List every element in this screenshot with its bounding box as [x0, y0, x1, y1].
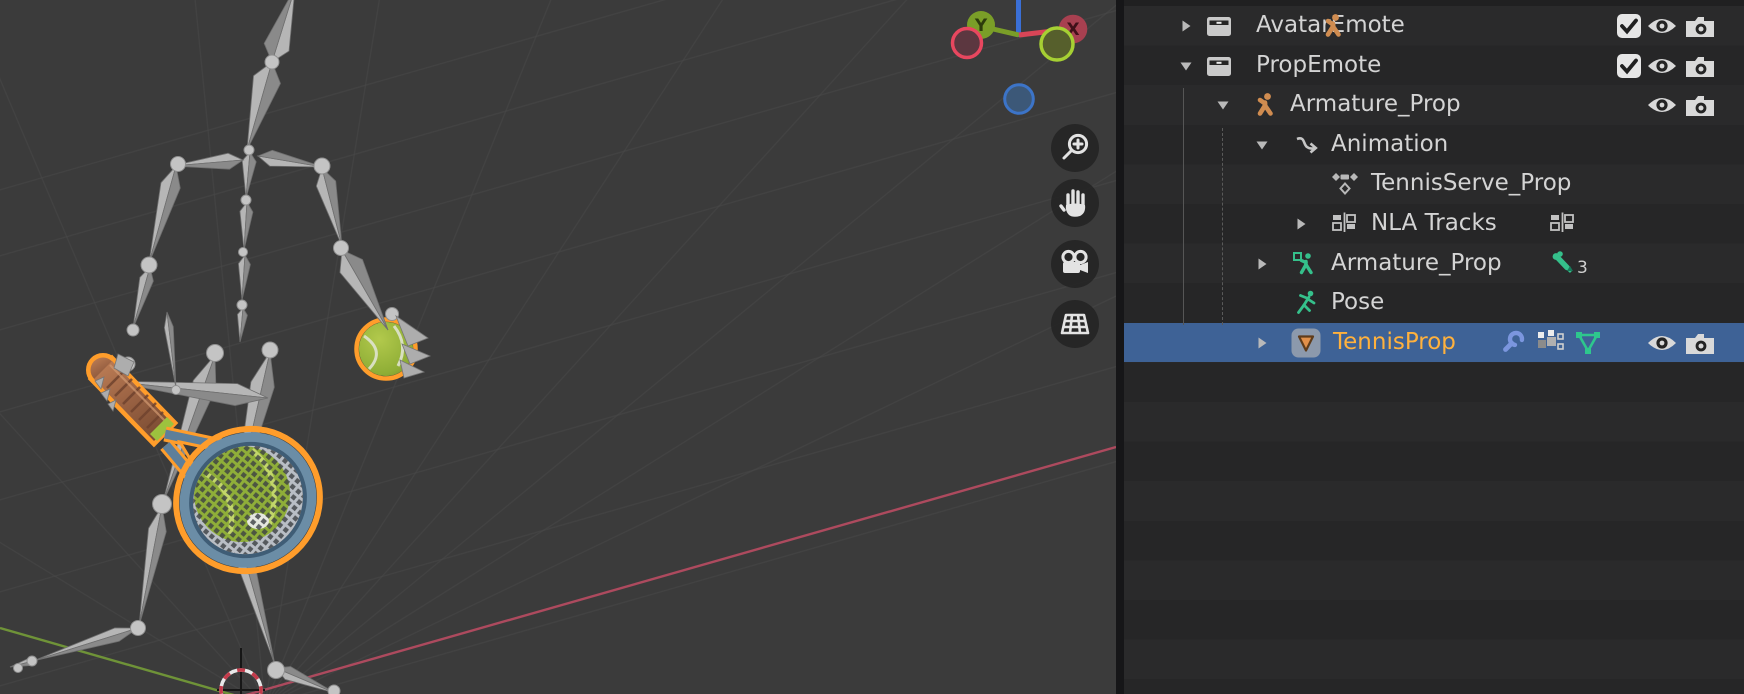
outliner-item-label[interactable]: Armature_Prop [1331, 244, 1502, 284]
eye-toggle[interactable] [1646, 330, 1678, 356]
outliner-row-tennisserve-prop[interactable]: TennisServe_Prop [1124, 164, 1744, 204]
bone-count-badge: 3 [1577, 258, 1588, 278]
viewport-grid [0, 0, 1116, 694]
3d-viewport[interactable]: Y X [0, 0, 1116, 694]
animation-icon [1291, 130, 1321, 160]
x-axis-line [190, 447, 1116, 694]
chevron-right-icon[interactable] [1293, 216, 1309, 232]
outliner-item-label[interactable]: Pose [1331, 283, 1384, 323]
bone-joint[interactable] [237, 300, 247, 310]
bone-joint[interactable] [141, 257, 157, 273]
chevron-right-icon[interactable] [1178, 18, 1194, 34]
chevron-down-icon[interactable] [1254, 137, 1270, 153]
camera-toggle[interactable] [1684, 53, 1716, 79]
viewport-camera-button[interactable] [1051, 240, 1099, 288]
chevron-right-icon[interactable] [1254, 335, 1270, 351]
outliner-row-nla-tracks[interactable]: NLA Tracks [1124, 204, 1744, 244]
bone-joint[interactable] [171, 157, 186, 172]
y-axis-line [0, 628, 258, 694]
hierarchy-line [1183, 88, 1184, 325]
viewport-nav-buttons [1051, 124, 1099, 348]
camera-toggle[interactable] [1684, 330, 1716, 356]
bone-joint[interactable] [328, 685, 340, 694]
modifier-squares-icon[interactable] [1535, 328, 1565, 358]
action-icon [1330, 169, 1360, 199]
mesh-active-icon [1291, 328, 1321, 358]
armature-skeleton[interactable] [10, 0, 342, 694]
outliner-item-label[interactable]: Animation [1331, 125, 1448, 165]
panel-divider[interactable] [1116, 0, 1124, 694]
bone-joint[interactable] [14, 664, 23, 673]
nla-icon [1548, 209, 1578, 239]
outliner-item-label[interactable]: PropEmote [1256, 46, 1381, 86]
outliner-item-label[interactable]: TennisProp [1333, 323, 1456, 363]
bone-joint[interactable] [244, 145, 254, 155]
bone-green-icon [1548, 249, 1578, 279]
blender-window: Y X [0, 0, 1744, 694]
outliner-row-pose[interactable]: Pose [1124, 283, 1744, 323]
eye-toggle[interactable] [1646, 13, 1678, 39]
armature-orange-icon [1250, 90, 1280, 120]
bone-joint[interactable] [314, 158, 330, 174]
pose-green-icon [1291, 288, 1321, 318]
bone-joint[interactable] [239, 248, 248, 257]
outliner-row-armature-prop[interactable]: Armature_Prop [1124, 85, 1744, 125]
bone-joint[interactable] [241, 195, 251, 205]
axis-gizmo[interactable]: Y X [953, 0, 1088, 113]
chevron-down-icon[interactable] [1178, 58, 1194, 74]
bone-joint[interactable] [334, 241, 349, 256]
bone-joint[interactable] [127, 324, 139, 336]
gizmo-neg-y-ball[interactable] [1041, 28, 1073, 60]
bone-joint[interactable] [27, 656, 37, 666]
bone-joint[interactable] [268, 662, 285, 679]
eye-toggle[interactable] [1646, 53, 1678, 79]
checkbox-toggle[interactable] [1613, 53, 1645, 79]
chevron-down-icon[interactable] [1215, 97, 1231, 113]
outliner-row-propemote[interactable]: PropEmote [1124, 46, 1744, 86]
mesh-data-triangle-icon[interactable] [1573, 328, 1603, 358]
outliner-row-avataremote[interactable]: AvatarEmote [1124, 6, 1744, 46]
outliner-item-label[interactable]: NLA Tracks [1371, 204, 1497, 244]
bone-joint[interactable] [207, 345, 224, 362]
outliner-row-tennisprop[interactable]: TennisProp [1124, 323, 1744, 363]
nla-icon [1330, 209, 1360, 239]
outliner-item-label[interactable]: Armature_Prop [1290, 85, 1461, 125]
outliner-row-animation[interactable]: Animation [1124, 125, 1744, 165]
bone-joint[interactable] [262, 342, 278, 358]
camera-toggle[interactable] [1684, 13, 1716, 39]
outliner-row-armature-prop[interactable]: Armature_Prop 3 [1124, 244, 1744, 284]
collection-icon [1204, 11, 1234, 41]
hand-bone[interactable] [108, 400, 116, 411]
viewport-zoom-button[interactable] [1051, 124, 1099, 172]
bone-joint[interactable] [153, 495, 172, 514]
bone[interactable] [33, 628, 138, 661]
collection-icon [1204, 51, 1234, 81]
wrench-icon[interactable] [1497, 328, 1527, 358]
outliner-item-label[interactable]: TennisServe_Prop [1371, 164, 1571, 204]
bone[interactable] [342, 250, 388, 330]
gizmo-neg-z-ball[interactable] [1005, 85, 1034, 114]
chevron-right-icon[interactable] [1254, 256, 1270, 272]
eye-toggle[interactable] [1646, 92, 1678, 118]
outliner-panel: AvatarEmotePropEmoteArmature_PropAnimati… [1124, 0, 1744, 694]
bone-joint[interactable] [265, 55, 279, 69]
camera-toggle[interactable] [1684, 92, 1716, 118]
viewport-perspective-button[interactable] [1051, 300, 1099, 348]
checkbox-toggle[interactable] [1613, 13, 1645, 39]
hierarchy-line-dashed [1222, 128, 1223, 325]
bone-joint[interactable] [131, 621, 146, 636]
armature-data-green-icon [1291, 249, 1321, 279]
gizmo-neg-x-ball[interactable] [953, 29, 982, 58]
bone-joint[interactable] [386, 308, 399, 321]
armature-orange-icon [1318, 11, 1348, 41]
viewport-pan-button[interactable] [1051, 179, 1099, 227]
bone-joint[interactable] [172, 386, 181, 395]
